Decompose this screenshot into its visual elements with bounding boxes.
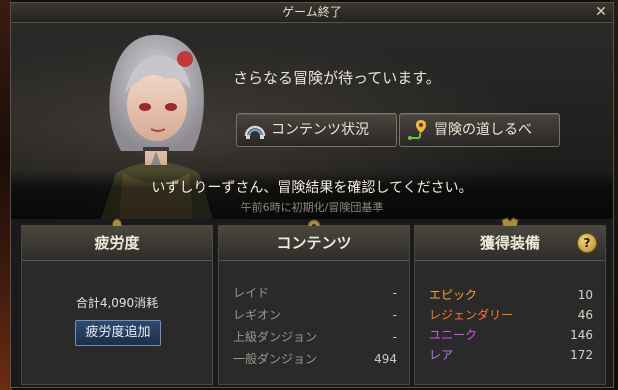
gauge-icon (244, 125, 266, 139)
gear-row-label: ユニーク (429, 328, 478, 342)
gear-row-label: エピック (429, 288, 478, 302)
hero-banner: さらなる冒険が待っています。 コンテンツ状況 冒険の道しるべ いずしりーずさん、… (11, 23, 613, 219)
gear-row: ユニーク 146 (429, 326, 593, 344)
gear-row-label: レジェンダリー (429, 308, 514, 322)
content-row-value: - (392, 330, 397, 344)
gear-panel: 獲得装備 ? エピック 10 レジェンダリー 46 ユニーク 146 レア 17… (414, 217, 606, 385)
content-row: 一般ダンジョン 494 (233, 350, 397, 368)
content-panel: コンテンツ レイド - レギオン - 上級ダンジョン - 一般ダンジョン 494 (218, 219, 410, 385)
reset-note: 午前6時に初期化/冒険団基準 (240, 201, 384, 214)
content-row-value: - (392, 286, 397, 300)
content-status-label: コンテンツ状況 (271, 122, 369, 138)
adventure-road-button[interactable]: 冒険の道しるべ (399, 113, 560, 147)
close-button[interactable]: ✕ (593, 4, 609, 20)
content-row-label: 一般ダンジョン (233, 352, 318, 366)
fatigue-total: 合計4,090消耗 (75, 296, 159, 310)
help-icon[interactable]: ? (577, 233, 597, 253)
gear-row-value: 146 (570, 328, 593, 342)
tagline: さらなる冒険が待っています。 (233, 69, 441, 87)
content-title: コンテンツ (219, 226, 409, 261)
result-message: いずしりーずさん、冒険結果を確認してください。 (151, 180, 473, 196)
content-row-label: 上級ダンジョン (233, 330, 318, 344)
gear-row-value: 46 (577, 308, 593, 322)
map-pin-icon (408, 120, 426, 140)
fatigue-title: 疲労度 (22, 226, 212, 261)
content-row: レギオン - (233, 306, 397, 324)
gear-row: レジェンダリー 46 (429, 306, 593, 324)
game-end-dialog: ゲーム終了 ✕ さらなる冒険が待っています。 コンテンツ状況 冒険の道しるべ い… (10, 2, 614, 388)
content-status-button[interactable]: コンテンツ状況 (236, 113, 397, 147)
dialog-title: ゲーム終了 (282, 5, 342, 19)
content-row-value: - (392, 308, 397, 322)
add-fatigue-button[interactable]: 疲労度追加 (75, 320, 161, 346)
gear-row-label: レア (429, 348, 454, 362)
gear-row-value: 10 (577, 288, 593, 302)
content-row-value: 494 (374, 352, 397, 366)
content-row: 上級ダンジョン - (233, 328, 397, 346)
dialog-titlebar: ゲーム終了 ✕ (11, 3, 613, 23)
content-row: レイド - (233, 284, 397, 302)
gear-row: エピック 10 (429, 286, 593, 304)
content-row-label: レイド (233, 286, 270, 300)
fatigue-panel: 疲労度 合計4,090消耗 疲労度追加 (21, 218, 213, 385)
gear-row: レア 172 (429, 346, 593, 364)
content-row-label: レギオン (233, 308, 282, 322)
adventure-road-label: 冒険の道しるべ (434, 122, 532, 138)
gear-row-value: 172 (570, 348, 593, 362)
